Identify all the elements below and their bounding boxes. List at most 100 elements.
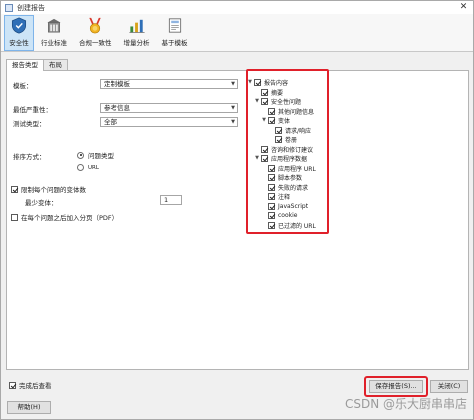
shield-icon: [11, 17, 27, 34]
collapse-icon[interactable]: ▼: [247, 79, 253, 85]
app-icon: [5, 3, 13, 12]
help-button[interactable]: 帮助(H): [7, 401, 51, 414]
collapse-icon[interactable]: ▼: [261, 117, 267, 123]
tree-label: 应用程序 URL: [278, 165, 316, 173]
tree-checkbox[interactable]: [268, 107, 275, 115]
sort-issue-type-option[interactable]: 问题类型: [77, 150, 114, 160]
sort-url-option[interactable]: URL: [77, 164, 99, 171]
test-type-select-value: 全部: [104, 118, 117, 126]
tool-security[interactable]: 安全性: [4, 15, 34, 51]
tree-label: 摘要: [271, 89, 284, 97]
close-window-icon[interactable]: ✕: [458, 2, 469, 13]
chevron-down-icon: ▼: [231, 81, 235, 87]
window-title: 创建报告: [17, 3, 45, 12]
tree-node-security-issues[interactable]: ▼ 安全性问题: [254, 97, 301, 106]
tree-label: 脚本参数: [278, 174, 303, 182]
tree-node-script-params[interactable]: 脚本参数: [268, 173, 303, 182]
test-type-row: 测试类型：: [13, 118, 46, 128]
sort-url-label: URL: [88, 164, 99, 171]
tree-node-advisories[interactable]: 咨询和修订建议: [261, 145, 314, 154]
test-type-label: 测试类型：: [13, 120, 46, 128]
report-type-toolbar: 安全性 行业标准 合规一致性 增量分析 基于模板: [1, 14, 473, 52]
tool-compliance[interactable]: 合规一致性: [74, 15, 117, 51]
tool-industry-standard[interactable]: 行业标准: [36, 15, 72, 51]
sort-row: 排序方式：: [13, 151, 46, 161]
tree-node-cve[interactable]: 卷册: [275, 135, 297, 144]
tree-node-root[interactable]: ▼ 报告内容: [247, 78, 289, 87]
tool-delta-analysis[interactable]: 增量分析: [119, 15, 155, 51]
tree-checkbox[interactable]: [268, 202, 275, 210]
tree-checkbox[interactable]: [268, 192, 275, 200]
severity-select[interactable]: 参考信息 ▼: [100, 103, 238, 113]
template-select-value: 定制模板: [104, 80, 130, 88]
limit-variants-label: 限制每个问题的变体数: [21, 186, 86, 194]
tree-label: 咨询和修订建议: [271, 146, 314, 154]
template-label: 模板：: [13, 82, 33, 90]
sort-issue-type-radio[interactable]: [77, 151, 84, 159]
tree-label: 应用程序数据: [271, 155, 308, 163]
tree-checkbox[interactable]: [268, 173, 275, 181]
medal-icon: [89, 17, 101, 34]
tool-security-label: 安全性: [9, 39, 29, 47]
tree-label: 注释: [278, 193, 291, 201]
tab-layout[interactable]: 布局: [43, 59, 68, 70]
sort-issue-type-label: 问题类型: [88, 152, 114, 160]
tree-checkbox[interactable]: [261, 88, 268, 96]
tree-node-app-urls[interactable]: 应用程序 URL: [268, 164, 316, 173]
tree-node-variants[interactable]: ▼ 变体: [261, 116, 290, 125]
page-break-label: 在每个问题之后加入分页（PDF）: [21, 214, 119, 222]
tree-checkbox[interactable]: [268, 183, 275, 191]
page-break-checkbox[interactable]: [11, 213, 18, 221]
collapse-icon[interactable]: ▼: [254, 155, 260, 161]
tree-label: 报告内容: [264, 79, 289, 87]
report-type-panel: 模板： 定制模板 ▼ 最低严重性： 参考信息 ▼ 测试类型： 全部 ▼ 排序方式…: [6, 70, 469, 370]
tool-compliance-label: 合规一致性: [79, 39, 112, 47]
tree-label: 失败的请求: [278, 184, 309, 192]
severity-row: 最低严重性：: [13, 104, 52, 114]
tree-label: cookie: [278, 211, 298, 219]
tree-checkbox[interactable]: [268, 221, 275, 229]
watermark-text: CSDN @乐大厨串串店: [344, 397, 467, 411]
limit-variants-checkbox[interactable]: [11, 185, 18, 193]
tab-report-type[interactable]: 报告类型: [6, 59, 44, 71]
collapse-icon[interactable]: ▼: [254, 98, 260, 104]
page-break-row[interactable]: 在每个问题之后加入分页（PDF）: [11, 212, 118, 222]
tree-node-failed-requests[interactable]: 失败的请求: [268, 183, 309, 192]
sort-label: 排序方式：: [13, 153, 46, 161]
limit-variants-row[interactable]: 限制每个问题的变体数: [11, 184, 86, 194]
tree-node-cookie[interactable]: cookie: [268, 211, 297, 219]
title-bar: 创建报告 ✕: [1, 1, 473, 14]
tree-checkbox[interactable]: [268, 164, 275, 172]
tree-checkbox[interactable]: [261, 154, 268, 162]
tree-node-other-info[interactable]: 其他问题信息: [268, 107, 314, 116]
severity-label: 最低严重性：: [13, 106, 52, 114]
tree-checkbox[interactable]: [261, 97, 268, 105]
tree-node-summary[interactable]: 摘要: [261, 88, 284, 97]
tab-strip: 报告类型 布局: [6, 59, 68, 71]
tree-node-comments[interactable]: 注释: [268, 192, 291, 201]
open-after-row[interactable]: 完成后查看: [9, 380, 52, 390]
tool-template-based[interactable]: 基于模板: [157, 15, 193, 51]
tree-checkbox[interactable]: [261, 145, 268, 153]
open-after-checkbox[interactable]: [9, 381, 16, 389]
tree-node-javascript[interactable]: JavaScript: [268, 202, 308, 210]
min-variants-input[interactable]: 1: [160, 195, 182, 205]
min-variants-label: 最少变体：: [25, 199, 58, 207]
save-report-button[interactable]: 保存报告(S)...: [369, 380, 423, 393]
tree-checkbox[interactable]: [268, 211, 275, 219]
test-type-select[interactable]: 全部 ▼: [100, 117, 238, 127]
tool-delta-analysis-label: 增量分析: [123, 39, 150, 47]
tree-label: 已过滤的 URL: [278, 222, 316, 230]
template-select[interactable]: 定制模板 ▼: [100, 79, 238, 89]
building-icon: [47, 18, 61, 33]
tree-node-request-response[interactable]: 请求/响应: [275, 126, 311, 135]
tree-checkbox[interactable]: [254, 78, 261, 86]
tree-checkbox[interactable]: [275, 135, 282, 143]
sort-url-radio[interactable]: [77, 164, 84, 171]
tree-checkbox[interactable]: [268, 116, 275, 124]
min-variants-row: 最少变体：: [25, 197, 58, 207]
tree-node-filtered-urls[interactable]: 已过滤的 URL: [268, 221, 316, 230]
tree-checkbox[interactable]: [275, 126, 282, 134]
tree-node-app-data[interactable]: ▼ 应用程序数据: [254, 154, 308, 163]
close-button[interactable]: 关闭(C): [430, 380, 468, 393]
